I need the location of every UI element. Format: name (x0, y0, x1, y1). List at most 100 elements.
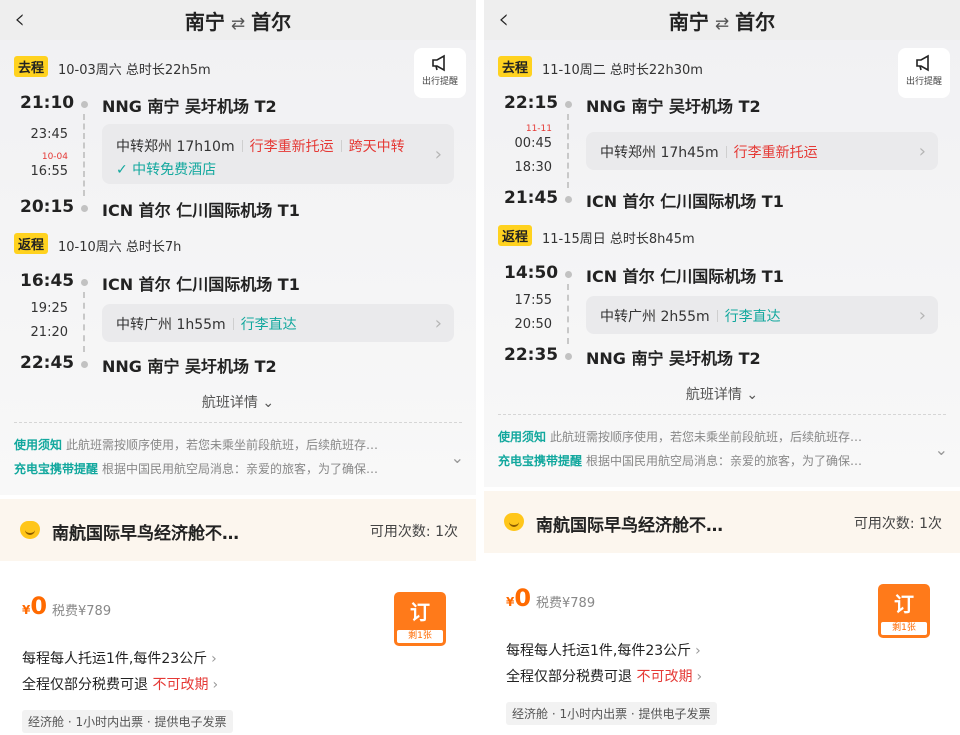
depart-airport: NNG 南宁 吴圩机场 T2 (586, 97, 761, 116)
transfer-info[interactable]: 中转郑州 17h45m 行李重新托运 › (586, 132, 938, 170)
travel-reminder-button[interactable]: 出行提醒 (414, 48, 466, 98)
no-change-tag: 不可改期 (152, 677, 209, 693)
price-value: 0 (514, 584, 532, 612)
tax-amount: 税费¥789 (536, 596, 596, 611)
travel-reminder-label: 出行提醒 (905, 77, 942, 87)
divider (498, 414, 946, 415)
promo-title: 南航国际早鸟经济舱不… (536, 516, 723, 536)
outbound-tag: 去程 (498, 56, 533, 77)
power-bank-notice[interactable]: 充电宝携带提醒 根据中国民用航空局消息：亲爱的旅客，为了确保… (14, 460, 446, 477)
transfer-text: 中转广州 1h55m (116, 317, 226, 333)
timeline-line (83, 292, 85, 352)
promo-banner[interactable]: 南航国际早鸟经济舱不… 可用次数: 1次 (484, 491, 960, 553)
origin-city: 南宁 (184, 10, 225, 34)
fare-features: 经济舱 · 1小时内出票 · 提供电子发票 (506, 702, 717, 725)
flight-detail-toggle[interactable]: 航班详情 ⌄ (0, 392, 476, 412)
chevron-right-icon: › (434, 313, 442, 334)
stop-arrive-time: 00:45 (514, 136, 552, 151)
arrive-airport: NNG 南宁 吴圩机场 T2 (102, 357, 277, 376)
depart-time: 21:10 (20, 93, 75, 113)
route-title: 南宁 ⇄ 首尔 (0, 6, 476, 35)
timeline-dot (81, 361, 88, 368)
return-tag: 返程 (498, 225, 533, 246)
chevron-down-icon: ⌄ (262, 395, 275, 411)
seats-left: 剩1张 (881, 622, 927, 635)
fare-features: 经济舱 · 1小时内出票 · 提供电子发票 (22, 710, 233, 733)
overnight-transfer-tag: 跨天中转 (348, 139, 405, 155)
stop-arrive-time: 19:25 (30, 301, 68, 316)
refund-rule-text: 全程仅部分税费可退 (22, 677, 148, 693)
expand-chevron-icon[interactable]: ⌄ (935, 440, 948, 459)
seats-left: 剩1张 (397, 630, 443, 643)
usage-notice-text: 此航班需按顺序使用，若您未乘坐前段航班，后续航班存… (66, 438, 379, 452)
promo-banner[interactable]: 南航国际早鸟经济舱不… 可用次数: 1次 (0, 499, 476, 561)
transfer-info[interactable]: 中转广州 1h55m 行李直达 › (102, 304, 454, 342)
swap-icon[interactable]: ⇄ (231, 14, 245, 34)
baggage-rule[interactable]: 每程每人托运1件,每件23公斤 › (506, 640, 701, 660)
arrive-time: 21:45 (504, 188, 559, 208)
chevron-right-icon: › (918, 305, 926, 326)
arrive-airport: NNG 南宁 吴圩机场 T2 (586, 349, 761, 368)
power-bank-notice-title: 充电宝携带提醒 (498, 454, 583, 468)
baggage-rule[interactable]: 每程每人托运1件,每件23公斤 › (22, 648, 217, 668)
timeline-dot (565, 271, 572, 278)
arrive-time: 22:35 (504, 345, 559, 365)
usage-notice-title: 使用须知 (498, 430, 547, 444)
smile-coin-icon (20, 521, 40, 539)
next-day-date: 11-11 (525, 124, 552, 134)
outbound-tag: 去程 (14, 56, 49, 77)
megaphone-icon (432, 54, 445, 72)
stop-depart-time: 18:30 (514, 160, 552, 175)
power-bank-notice-title: 充电宝携带提醒 (14, 462, 99, 476)
flight-detail-toggle[interactable]: 航班详情 ⌄ (484, 384, 960, 404)
refund-rule-text: 全程仅部分税费可退 (506, 669, 632, 685)
usage-notice[interactable]: 使用须知 此航班需按顺序使用，若您未乘坐前段航班，后续航班存… (14, 436, 446, 453)
usage-notice-text: 此航班需按顺序使用，若您未乘坐前段航班，后续航班存… (550, 430, 863, 444)
travel-reminder-button[interactable]: 出行提醒 (898, 48, 950, 98)
usage-notice-title: 使用须知 (14, 438, 63, 452)
flight-panel-left: ‹ 南宁 ⇄ 首尔 去程 10-03周六 总时长22h5m 出行提醒 21:10 N… (0, 0, 476, 735)
arrive-airport: ICN 首尔 仁川国际机场 T1 (102, 201, 300, 220)
expand-chevron-icon[interactable]: ⌄ (451, 448, 464, 467)
book-button[interactable]: 订 剩1张 (878, 584, 930, 638)
fare-card: ¥0 税费¥789 订 剩1张 每程每人托运1件,每件23公斤 › 全程仅部分税费… (492, 570, 948, 735)
arrive-time: 22:45 (20, 353, 75, 373)
depart-time: 14:50 (504, 263, 559, 283)
transfer-info[interactable]: 中转广州 2h55m 行李直达 › (586, 296, 938, 334)
travel-reminder-label: 出行提醒 (421, 77, 458, 87)
megaphone-icon (916, 54, 929, 72)
swap-icon[interactable]: ⇄ (715, 14, 729, 34)
transfer-text: 中转广州 2h55m (600, 309, 710, 325)
baggage-rule-text: 每程每人托运1件,每件23公斤 (22, 651, 208, 667)
refund-rule[interactable]: 全程仅部分税费可退 不可改期 › (22, 674, 218, 694)
smile-coin-icon (504, 513, 524, 531)
timeline-dot (81, 279, 88, 286)
timeline-line (567, 114, 569, 188)
timeline-dot (565, 353, 572, 360)
stop-depart-time: 21:20 (30, 325, 68, 340)
power-bank-notice-text: 根据中国民用航空局消息：亲爱的旅客，为了确保… (102, 462, 379, 476)
destination-city: 首尔 (251, 10, 292, 34)
route-title: 南宁 ⇄ 首尔 (484, 6, 960, 35)
timeline-dot (81, 205, 88, 212)
price: ¥0 (22, 592, 47, 620)
stop-depart-time: 16:55 (30, 164, 68, 179)
book-label: 订 (410, 600, 430, 624)
price: ¥0 (506, 584, 531, 612)
promo-count: 可用次数: 1次 (853, 516, 942, 532)
transfer-text: 中转郑州 17h10m (116, 139, 235, 155)
timeline-dot (565, 196, 572, 203)
outbound-meta: 10-03周六 总时长22h5m (58, 63, 211, 78)
depart-time: 22:15 (504, 93, 559, 113)
usage-notice[interactable]: 使用须知 此航班需按顺序使用，若您未乘坐前段航班，后续航班存… (498, 428, 930, 445)
promo-count: 可用次数: 1次 (369, 524, 458, 540)
baggage-recheck-tag: 行李重新托运 (249, 139, 334, 155)
no-change-tag: 不可改期 (636, 669, 693, 685)
book-button[interactable]: 订 剩1张 (394, 592, 446, 646)
itinerary-card: 去程 11-10周二 总时长22h30m 出行提醒 22:15 NNG 南宁 吴… (484, 40, 960, 487)
promo-title: 南航国际早鸟经济舱不… (52, 524, 239, 544)
refund-rule[interactable]: 全程仅部分税费可退 不可改期 › (506, 666, 702, 686)
divider (14, 422, 462, 423)
power-bank-notice[interactable]: 充电宝携带提醒 根据中国民用航空局消息：亲爱的旅客，为了确保… (498, 452, 930, 469)
transfer-info[interactable]: 中转郑州 17h10m 行李重新托运 跨天中转 ✓ 中转免费酒店 › (102, 124, 454, 184)
